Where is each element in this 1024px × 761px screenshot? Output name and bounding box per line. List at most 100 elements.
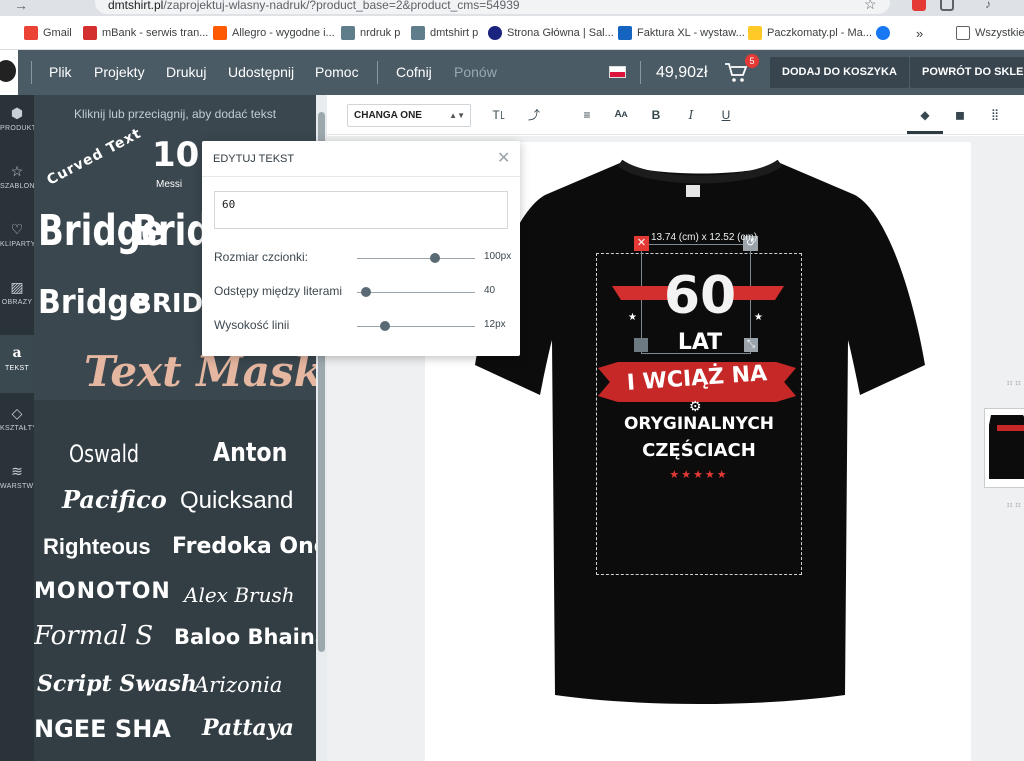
bookmark-all-folder[interactable]: Wszystkie z xyxy=(956,25,1024,41)
rail-kliparty[interactable]: ♡ KLIPARTY xyxy=(0,211,34,269)
design-line-5[interactable]: CZĘŚCIACH xyxy=(600,440,798,461)
font-bungee-shade[interactable]: NGEE SHA xyxy=(34,715,171,743)
back-to-shop-button[interactable]: POWRÓT DO SKLEPU xyxy=(910,57,1024,88)
font-quicksand[interactable]: Quicksand xyxy=(180,487,293,515)
align-text-icon[interactable]: ≡ xyxy=(578,106,596,124)
redo-button[interactable]: Ponów xyxy=(454,50,497,95)
font-anton[interactable]: Anton xyxy=(213,438,287,468)
design-line-4[interactable]: ORYGINALNYCH xyxy=(600,414,798,434)
diamond-icon: ◇ xyxy=(11,405,23,421)
rail-warstwy[interactable]: ≋ WARSTWY xyxy=(0,453,34,511)
fill-color-icon[interactable]: ◆ xyxy=(916,106,934,124)
text-content-input[interactable]: 60 xyxy=(214,191,508,229)
bold-icon[interactable]: B xyxy=(647,106,665,124)
popup-title: EDYTUJ TEKST xyxy=(213,153,295,165)
font-size-slider-thumb[interactable] xyxy=(429,253,440,263)
font-oswald[interactable]: Oswald xyxy=(69,440,139,468)
menu-pomoc[interactable]: Pomoc xyxy=(315,50,359,95)
letter-spacing-slider-track[interactable] xyxy=(357,292,475,293)
extension-icon[interactable] xyxy=(912,0,926,11)
faktura-favicon-icon xyxy=(618,26,632,40)
font-size-icon[interactable]: Aᴀ xyxy=(612,106,630,124)
bookmark-paczkomaty[interactable]: Paczkomaty.pl - Ma... xyxy=(748,25,872,41)
design-stars-row-icon: ★★★★★ xyxy=(669,469,729,481)
rail-label: WARSTWY xyxy=(0,483,34,490)
bookmark-allegro[interactable]: Allegro - wygodne i... xyxy=(213,25,335,41)
line-height-slider-row: Wysokość linii 12px xyxy=(214,316,514,336)
product-view-thumbnail[interactable] xyxy=(984,408,1024,488)
font-arizonia[interactable]: Arizonia xyxy=(194,673,282,697)
url-text[interactable]: dmtshirt.pl/zaprojektuj-wlasny-nadruk/?p… xyxy=(108,0,520,11)
line-height-slider-thumb[interactable] xyxy=(380,321,391,331)
close-icon[interactable]: ✕ xyxy=(497,148,510,168)
bookmark-dmtshirt[interactable]: dmtshirt p xyxy=(411,25,478,41)
rail-tekst[interactable]: a TEKST xyxy=(0,335,34,393)
font-pattaya[interactable]: Pattaya xyxy=(202,715,294,741)
bookmark-mbank[interactable]: mBank - serwis tran... xyxy=(83,25,208,41)
curve-text-icon[interactable]: ⤴ xyxy=(525,106,543,124)
menu-plik[interactable]: Plik xyxy=(49,50,72,95)
delete-element-icon[interactable]: ✕ xyxy=(634,236,649,251)
mbank-icon xyxy=(83,26,97,40)
font-formal-script[interactable]: Formal S xyxy=(34,621,153,651)
paczkomaty-favicon-icon xyxy=(748,26,762,40)
design-star-left-icon: ★ xyxy=(628,312,637,323)
undo-button[interactable]: Cofnij xyxy=(396,50,432,95)
forward-arrow-icon[interactable]: → xyxy=(14,0,28,13)
italic-icon[interactable]: I xyxy=(682,106,700,124)
star-icon: ☆ xyxy=(10,163,24,179)
element-dimensions: 13.74 (cm) x 12.52 (cm) xyxy=(651,232,758,243)
letter-spacing-slider-thumb[interactable] xyxy=(361,287,372,297)
design-gear-icon: ⚙ xyxy=(689,398,702,414)
menu-drukuj[interactable]: Drukuj xyxy=(166,50,206,95)
language-flag-pl[interactable] xyxy=(609,66,626,78)
font-pacifico[interactable]: Pacifico xyxy=(62,485,167,514)
font-fredoka-one[interactable]: Fredoka One xyxy=(172,534,316,559)
font-righteous[interactable]: Righteous xyxy=(43,534,151,560)
number-style[interactable]: 10 xyxy=(152,135,199,175)
header-divider xyxy=(377,61,378,84)
cart-icon[interactable] xyxy=(724,62,748,84)
design-number[interactable]: 60 xyxy=(650,266,750,326)
bookmark-star-icon[interactable]: ☆ xyxy=(864,0,877,13)
slider-value: 12px xyxy=(484,319,506,330)
design-lat[interactable]: LAT xyxy=(660,330,740,355)
bookmark-nrdruk[interactable]: nrdruk p xyxy=(341,25,400,41)
bookmark-gmail[interactable]: Gmail xyxy=(24,25,72,41)
font-size-slider-track[interactable] xyxy=(357,258,475,259)
bookmark-facebook[interactable] xyxy=(876,25,895,41)
bookmarks-more[interactable]: » xyxy=(916,25,923,41)
layer-handle-icon[interactable] xyxy=(634,338,648,352)
font-monoton[interactable]: Monoton xyxy=(34,579,171,604)
menu-projekty[interactable]: Projekty xyxy=(94,50,145,95)
rail-szablony[interactable]: ☆ SZABLONY xyxy=(0,153,34,211)
bookmark-strona-glowna[interactable]: Strona Główna | Sal... xyxy=(488,25,614,41)
total-price: 49,90zł xyxy=(656,64,708,81)
font-alex-brush[interactable]: Alex Brush xyxy=(184,583,295,607)
extensions-puzzle-icon[interactable] xyxy=(940,0,954,11)
media-icon[interactable]: ♪ xyxy=(985,0,999,11)
brand-logo[interactable] xyxy=(0,50,18,95)
bridge-style-2[interactable]: Brid xyxy=(132,206,211,256)
rail-obrazy[interactable]: ▨ OBRAZY xyxy=(0,269,34,327)
rail-ksztalty[interactable]: ◇ KSZTAŁTY xyxy=(0,395,34,453)
rail-produkt[interactable]: ⬢ PRODUKT xyxy=(0,95,34,153)
more-options-grid-icon[interactable]: ⣿ xyxy=(986,106,1004,124)
select-caret-icon: ▲▼ xyxy=(449,111,465,120)
font-family-select[interactable]: CHANGA ONE ▲▼ xyxy=(347,104,471,127)
curved-text-style[interactable]: Curved Text xyxy=(44,125,144,188)
font-baloo-bhaina[interactable]: Baloo Bhaina xyxy=(174,625,316,649)
stroke-color-icon[interactable]: ◼ xyxy=(951,106,969,124)
number-style-caption: Messi xyxy=(156,179,183,190)
font-script-swash[interactable]: Script Swash xyxy=(37,671,197,697)
line-height-slider-track[interactable] xyxy=(357,326,475,327)
text-transform-icon[interactable]: T꜖ xyxy=(490,106,508,124)
design-star-right-icon: ★ xyxy=(754,312,763,323)
bookmark-faktura-xl[interactable]: Faktura XL - wystaw... xyxy=(618,25,745,41)
resize-handle-icon[interactable]: ⤡ xyxy=(744,338,758,352)
add-to-cart-button[interactable]: DODAJ DO KOSZYKA xyxy=(770,57,909,88)
menu-udostepnij[interactable]: Udostępnij xyxy=(228,50,294,95)
letter-spacing-slider-row: Odstępy między literami 40 xyxy=(214,282,514,302)
rail-label: OBRAZY xyxy=(1,299,33,306)
underline-icon[interactable]: U xyxy=(717,106,735,124)
